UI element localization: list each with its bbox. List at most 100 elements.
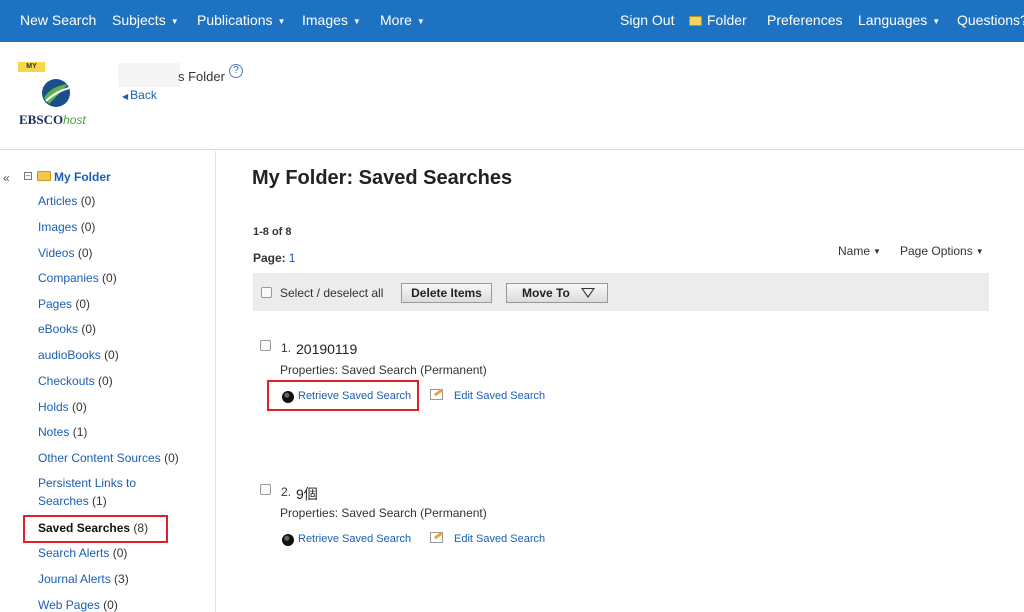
retrieve-highlight [267, 380, 419, 411]
result-checkbox[interactable] [260, 484, 271, 495]
result-title[interactable]: 9個 [296, 484, 318, 504]
select-all-checkbox[interactable] [261, 287, 272, 298]
sidebar-item-count: (0) [104, 348, 119, 362]
preferences-link[interactable]: Preferences [767, 0, 842, 42]
tree-collapse-icon[interactable]: – [24, 172, 32, 180]
page-options-dropdown[interactable]: Page Options ▼ [900, 244, 984, 258]
new-search-link[interactable]: New Search [20, 0, 96, 42]
sidebar-item-audiobooks[interactable]: audioBooks (0) [38, 348, 119, 362]
result-title[interactable]: 20190119 [296, 341, 357, 357]
saved-searches-highlight [23, 515, 168, 543]
edit-saved-search-link[interactable]: Edit Saved Search [454, 533, 545, 545]
edit-pencil-icon[interactable] [430, 532, 443, 543]
result-checkbox[interactable] [260, 340, 271, 351]
retrieve-search-icon[interactable] [282, 534, 294, 546]
sidebar-item-count: (0) [75, 297, 91, 311]
select-all-label[interactable]: Select / deselect all [280, 286, 383, 300]
sidebar-item-label: Persistent Links to Searches [38, 476, 137, 508]
subjects-menu[interactable]: Subjects ▼ [112, 0, 179, 42]
retrieve-saved-search-link[interactable]: Retrieve Saved Search [298, 533, 411, 545]
sidebar-item-label: Articles [38, 194, 78, 208]
folder-printer-icon [689, 16, 702, 26]
page-label: Page: [253, 251, 286, 265]
caret-down-icon: ▼ [932, 17, 941, 26]
images-label: Images [302, 12, 348, 28]
caret-down-icon: ▼ [416, 17, 425, 26]
sidebar-item-label: Other Content Sources [38, 451, 161, 465]
result-count: 1-8 of 8 [253, 226, 292, 238]
sidebar-item-count: (0) [102, 271, 117, 285]
caret-down-icon: ▼ [277, 17, 286, 26]
delete-items-button[interactable]: Delete Items [401, 283, 492, 303]
sidebar-item-articles[interactable]: Articles (0) [38, 194, 95, 208]
sidebar-item-count: (1) [72, 425, 88, 439]
page-options-label: Page Options [900, 244, 973, 258]
result-number: 1. [281, 341, 292, 355]
caret-down-icon: ▼ [170, 17, 179, 26]
logo-brand: EBSCO [19, 112, 64, 127]
sidebar-item-label: Web Pages [38, 598, 100, 612]
help-icon[interactable]: ? [229, 64, 243, 78]
sidebar-item-count: (0) [164, 451, 179, 465]
sidebar-item-label: audioBooks [38, 348, 101, 362]
questions-link[interactable]: Questions? [957, 0, 1024, 42]
folder-link[interactable]: Folder [689, 0, 747, 42]
publications-menu[interactable]: Publications ▼ [197, 0, 285, 42]
sign-out-link[interactable]: Sign Out [620, 0, 674, 42]
sidebar-item-label: Notes [38, 425, 70, 439]
images-menu[interactable]: Images ▼ [302, 0, 361, 42]
sidebar-item-label: Pages [38, 297, 73, 311]
folder-owner-title: s Folder [178, 69, 225, 84]
folder-sidebar: « – My Folder Articles (0) Images (0) Vi… [0, 151, 216, 612]
collapse-sidebar-icon[interactable]: « [3, 171, 10, 185]
sidebar-item-label: Holds [38, 400, 69, 414]
sidebar-item-count: (0) [80, 194, 96, 208]
sidebar-item-notes[interactable]: Notes (1) [38, 425, 87, 439]
back-link[interactable]: ◀ Back [122, 88, 157, 102]
logo-host: host [63, 113, 86, 127]
sidebar-item-other-content-sources[interactable]: Other Content Sources (0) [38, 451, 179, 465]
sidebar-item-count: (1) [92, 494, 107, 508]
sidebar-item-label: Checkouts [38, 374, 95, 388]
caret-down-icon: ▼ [975, 247, 984, 256]
sort-name-label: Name [838, 244, 871, 258]
top-navigation-bar: New Search Subjects ▼ Publications ▼ Image… [0, 0, 1024, 42]
result-properties: Properties: Saved Search (Permanent) [280, 506, 487, 520]
sidebar-item-count: (0) [81, 322, 97, 336]
sidebar-item-count: (3) [114, 572, 129, 586]
sidebar-item-count: (0) [112, 546, 128, 560]
sidebar-item-pages[interactable]: Pages (0) [38, 297, 90, 311]
sidebar-item-count: (0) [72, 400, 87, 414]
sidebar-item-persistent-links[interactable]: Persistent Links to Searches (1) [38, 474, 188, 510]
result-properties: Properties: Saved Search (Permanent) [280, 363, 487, 377]
subjects-label: Subjects [112, 12, 166, 28]
sidebar-item-companies[interactable]: Companies (0) [38, 271, 117, 285]
sidebar-item-label: Videos [38, 246, 75, 260]
sidebar-item-web-pages[interactable]: Web Pages (0) [38, 598, 118, 612]
sidebar-item-ebooks[interactable]: eBooks (0) [38, 322, 96, 336]
move-to-button[interactable]: Move To [506, 283, 608, 303]
page-number: 1 [288, 251, 296, 265]
more-menu[interactable]: More ▼ [380, 0, 425, 42]
result-number: 2. [281, 485, 292, 499]
my-folder-link[interactable]: My Folder [54, 170, 111, 184]
sidebar-item-journal-alerts[interactable]: Journal Alerts (3) [38, 572, 129, 586]
sidebar-item-count: (0) [98, 374, 113, 388]
sidebar-item-holds[interactable]: Holds (0) [38, 400, 87, 414]
caret-down-icon: ▼ [873, 247, 881, 256]
edit-saved-search-link[interactable]: Edit Saved Search [454, 390, 545, 402]
sort-name-dropdown[interactable]: Name ▼ [838, 244, 881, 258]
dropdown-triangle-icon [581, 288, 595, 298]
logo-my-tag: MY [18, 62, 45, 72]
move-to-label: Move To [522, 286, 570, 300]
sidebar-item-videos[interactable]: Videos (0) [38, 246, 93, 260]
languages-menu[interactable]: Languages ▼ [858, 0, 940, 42]
edit-pencil-icon[interactable] [430, 389, 443, 400]
sidebar-item-checkouts[interactable]: Checkouts (0) [38, 374, 113, 388]
sidebar-item-label: Companies [38, 271, 99, 285]
sidebar-item-search-alerts[interactable]: Search Alerts (0) [38, 546, 127, 560]
more-label: More [380, 12, 412, 28]
sidebar-item-count: (0) [77, 246, 93, 260]
folder-label: Folder [707, 12, 747, 28]
sidebar-item-images[interactable]: Images (0) [38, 220, 95, 234]
